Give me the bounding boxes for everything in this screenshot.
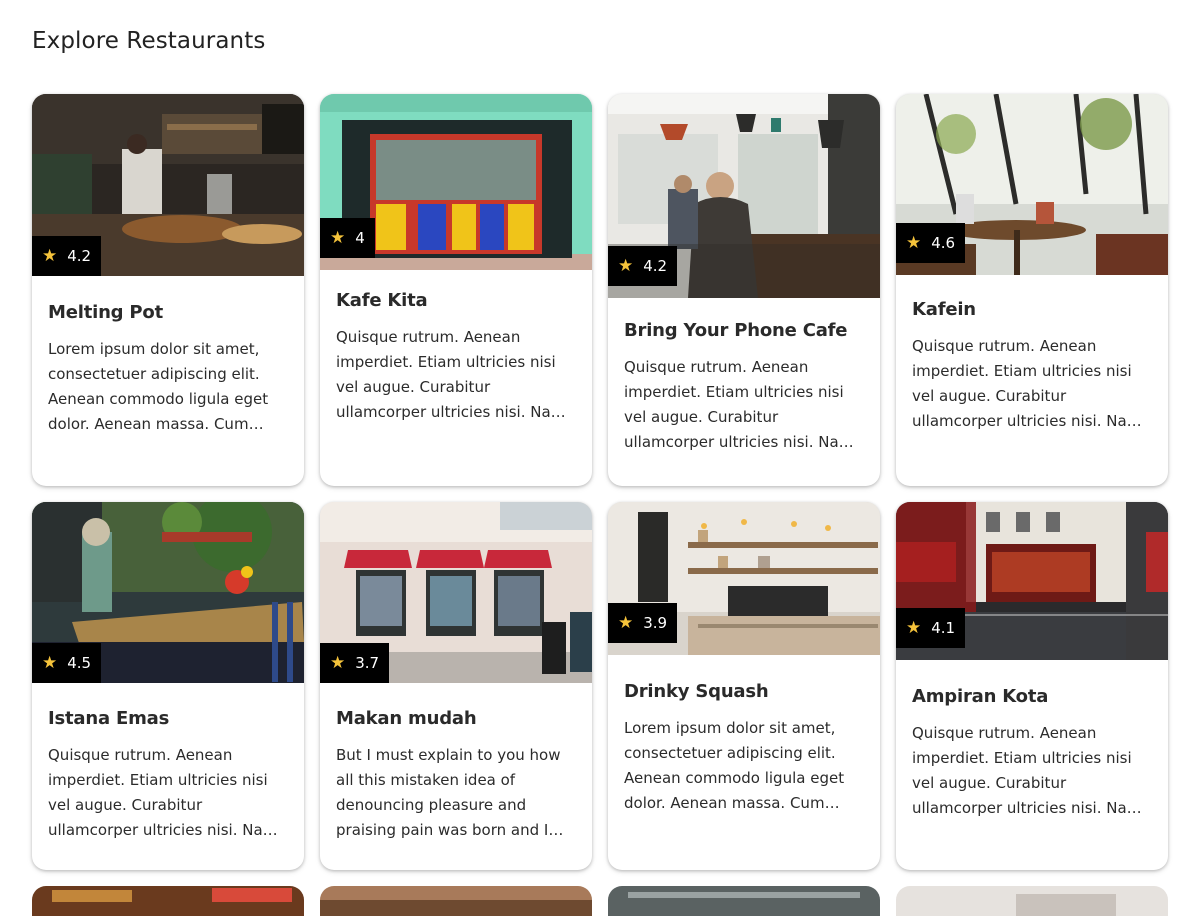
rating-value: 4.6 [931,234,956,252]
page-title: Explore Restaurants [32,28,266,54]
restaurant-card[interactable]: ★ 4.2 Melting Pot Lorem ipsum dolor sit … [32,94,304,486]
star-icon: ★ [330,227,346,248]
restaurant-card[interactable]: ★ 3.9 Drinky Squash Lorem ipsum dolor si… [608,502,880,870]
restaurant-name: Makan mudah [336,708,477,729]
restaurant-photo: ★ 4.6 [896,94,1168,275]
restaurant-photo: ★ 4.2 [608,94,880,298]
restaurant-description: Quisque rutrum. Aenean imperdiet. Etiam … [624,358,854,451]
restaurant-description: Lorem ipsum dolor sit amet, consectetuer… [48,340,269,433]
restaurant-photo: ★ 4 [320,94,592,270]
rating-badge: ★ 4.5 [32,643,102,683]
restaurant-description: Quisque rutrum. Aenean imperdiet. Etiam … [48,746,278,839]
rating-badge: ★ 4.1 [896,608,966,648]
star-icon: ★ [618,255,634,276]
restaurant-photo: ★ 3.7 [320,502,592,683]
star-icon: ★ [618,612,634,633]
star-icon: ★ [330,652,346,673]
restaurant-card[interactable]: ★ 4 Kafe Kita Quisque rutrum. Aenean imp… [320,94,592,486]
restaurant-photo: ★ 4.5 [32,502,304,683]
restaurant-description: Quisque rutrum. Aenean imperdiet. Etiam … [912,337,1142,430]
restaurant-name: Kafein [912,299,976,320]
restaurant-name: Istana Emas [48,708,170,729]
rating-value: 3.7 [355,654,380,672]
restaurant-card[interactable]: ★ 3.7 Makan mudah But I must explain to … [320,502,592,870]
rating-badge: ★ 3.9 [608,603,678,643]
restaurant-name: Drinky Squash [624,681,769,702]
star-icon: ★ [42,652,58,673]
rating-badge: ★ 4.6 [896,223,966,263]
restaurant-card-partial[interactable] [896,886,1168,916]
rating-badge: ★ 4.2 [608,246,678,286]
restaurant-description: Quisque rutrum. Aenean imperdiet. Etiam … [912,724,1142,817]
restaurant-card-partial[interactable] [608,886,880,916]
restaurant-name: Bring Your Phone Cafe [624,320,848,341]
restaurant-card[interactable]: ★ 4.1 Ampiran Kota Quisque rutrum. Aenea… [896,502,1168,870]
restaurant-photo: ★ 4.1 [896,502,1168,660]
restaurant-description: Quisque rutrum. Aenean imperdiet. Etiam … [336,328,566,421]
restaurant-card[interactable]: ★ 4.6 Kafein Quisque rutrum. Aenean impe… [896,94,1168,486]
rating-value: 4 [355,229,365,247]
rating-value: 4.5 [67,654,92,672]
restaurant-card[interactable]: ★ 4.5 Istana Emas Quisque rutrum. Aenean… [32,502,304,870]
restaurant-description: Lorem ipsum dolor sit amet, consectetuer… [624,719,845,812]
rating-value: 4.2 [67,247,92,265]
rating-value: 4.1 [931,619,956,637]
rating-value: 3.9 [643,614,668,632]
rating-value: 4.2 [643,257,668,275]
star-icon: ★ [42,245,58,266]
restaurant-name: Melting Pot [48,302,163,323]
restaurant-name: Ampiran Kota [912,686,1049,707]
star-icon: ★ [906,617,922,638]
rating-badge: ★ 4.2 [32,236,102,276]
restaurant-photo: ★ 4.2 [32,94,304,276]
rating-badge: ★ 3.7 [320,643,390,683]
restaurant-card-partial[interactable] [320,886,592,916]
restaurant-photo: ★ 3.9 [608,502,880,655]
star-icon: ★ [906,232,922,253]
rating-badge: ★ 4 [320,218,375,258]
restaurant-description: But I must explain to you how all this m… [336,746,561,839]
restaurant-card-partial[interactable] [32,886,304,916]
restaurant-card[interactable]: ★ 4.2 Bring Your Phone Cafe Quisque rutr… [608,94,880,486]
restaurant-name: Kafe Kita [336,290,428,311]
